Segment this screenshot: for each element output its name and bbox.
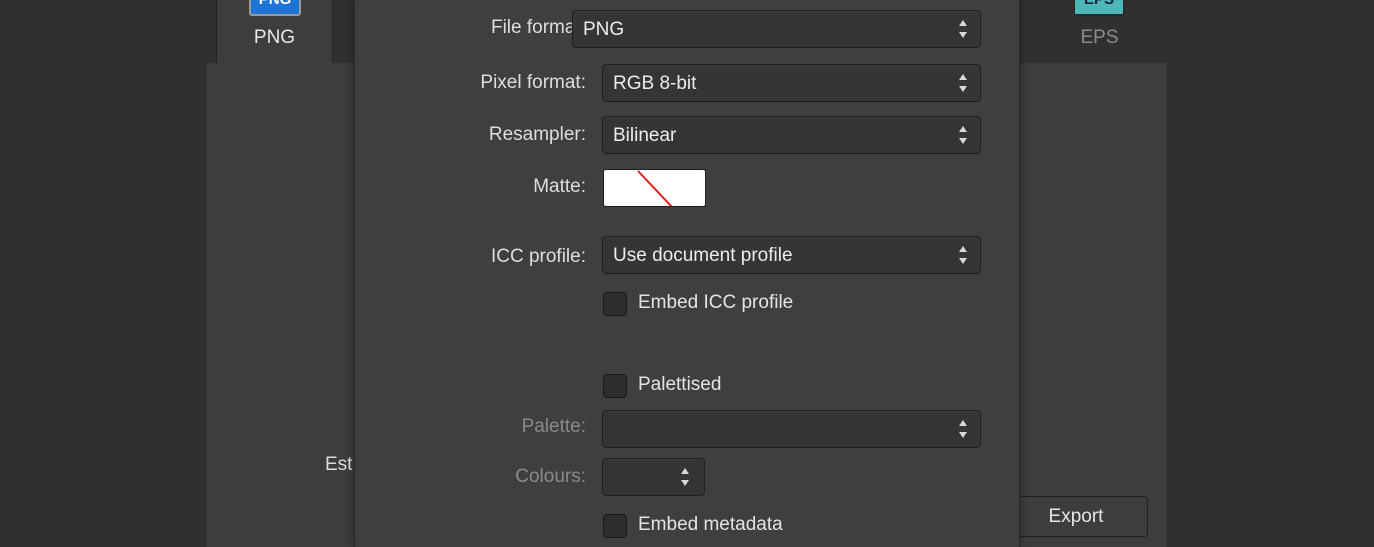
palettised-label: Palettised	[638, 374, 722, 395]
export-dialog-screen: PNG PNG EPS EPS Est Export File format: …	[0, 0, 1374, 547]
resampler-value: Bilinear	[613, 125, 677, 146]
icc-profile-select[interactable]: Use document profile	[602, 236, 981, 274]
resampler-select[interactable]: Bilinear	[602, 116, 981, 154]
export-button[interactable]: Export	[1004, 496, 1148, 537]
up-down-arrows-icon	[958, 72, 968, 94]
embed-metadata-row[interactable]: Embed metadata	[603, 514, 843, 540]
up-down-arrows-icon	[958, 124, 968, 146]
matte-label: Matte:	[533, 176, 586, 197]
palettised-checkbox[interactable]	[603, 374, 627, 398]
file-format-value: PNG	[583, 19, 625, 40]
pixel-format-value: RGB 8-bit	[613, 73, 697, 94]
up-down-arrows-icon	[958, 418, 968, 440]
pixel-format-select[interactable]: RGB 8-bit	[602, 64, 981, 102]
embed-icc-profile-label: Embed ICC profile	[638, 292, 794, 313]
tab-png[interactable]: PNG PNG	[216, 0, 333, 63]
up-down-arrows-icon	[680, 466, 690, 488]
file-format-select[interactable]: PNG	[572, 10, 981, 48]
embed-metadata-checkbox[interactable]	[603, 514, 627, 538]
up-down-arrows-icon	[958, 244, 968, 266]
tab-eps-label: EPS	[1080, 27, 1119, 48]
colours-label: Colours:	[515, 466, 586, 487]
embed-icc-profile-row[interactable]: Embed ICC profile	[603, 292, 863, 318]
resampler-label: Resampler:	[488, 124, 586, 145]
icc-profile-value: Use document profile	[613, 245, 793, 266]
tab-eps[interactable]: EPS EPS	[1041, 0, 1158, 63]
palette-select[interactable]	[602, 410, 981, 448]
palettised-row[interactable]: Palettised	[603, 374, 803, 400]
colours-stepper[interactable]	[602, 458, 705, 496]
more-settings-panel: File format: PNG Pixel format: RGB 8-bit…	[354, 0, 1020, 547]
embed-metadata-label: Embed metadata	[638, 514, 783, 535]
matte-color-swatch[interactable]	[603, 169, 706, 207]
palette-label: Palette:	[521, 416, 586, 437]
tab-png-label: PNG	[253, 27, 296, 48]
estimated-size-label: Est	[325, 454, 353, 475]
eps-format-icon: EPS	[1073, 0, 1125, 16]
export-button-label: Export	[1048, 506, 1104, 527]
icc-profile-label: ICC profile:	[490, 246, 586, 267]
pixel-format-label: Pixel format:	[480, 72, 586, 93]
up-down-arrows-icon	[958, 18, 968, 40]
png-format-icon: PNG	[249, 0, 301, 16]
no-color-swatch-icon	[637, 170, 673, 206]
embed-icc-profile-checkbox[interactable]	[603, 292, 627, 316]
